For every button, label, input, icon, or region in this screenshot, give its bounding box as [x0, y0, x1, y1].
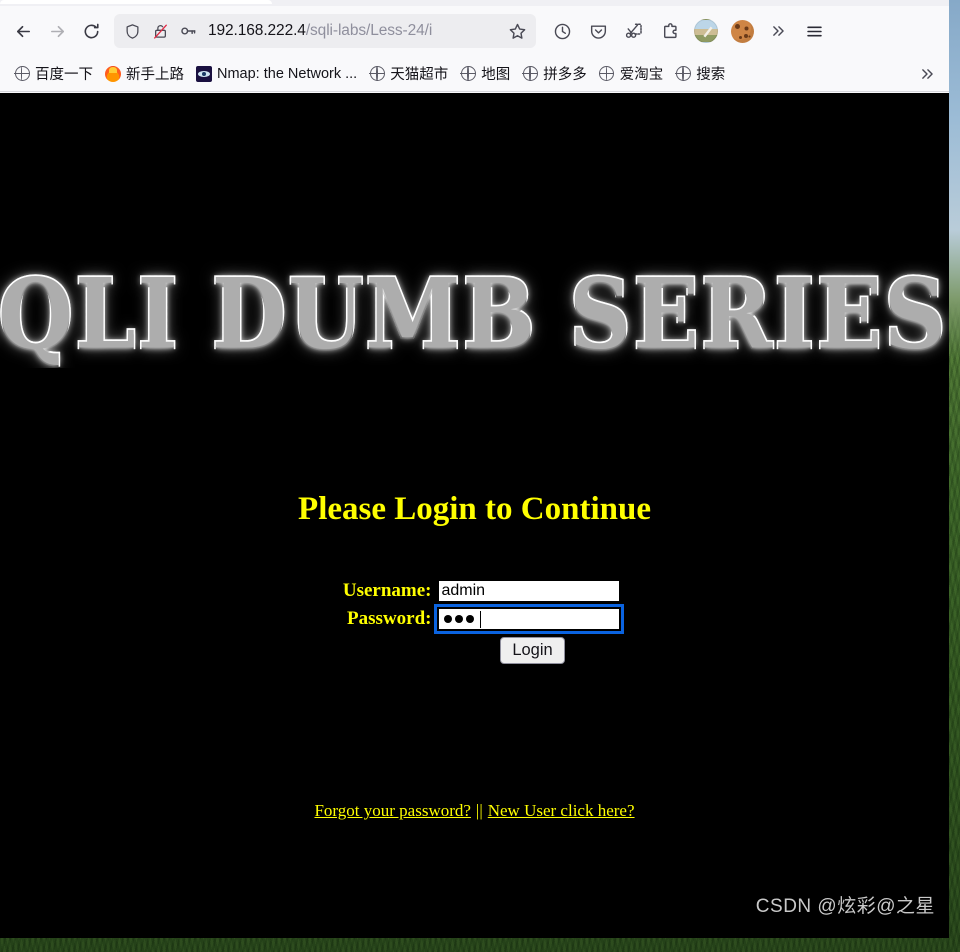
bookmark-item[interactable]: 百度一下 [8, 60, 99, 87]
back-button[interactable] [6, 14, 40, 48]
bookmark-item[interactable]: 新手上路 [99, 60, 190, 87]
globe-icon [675, 65, 691, 82]
forward-button[interactable] [40, 14, 74, 48]
navigation-toolbar: 192.168.222.4/sqli-labs/Less-24/i [0, 6, 949, 56]
login-form: Username: Password: Login [0, 579, 949, 664]
extensions-icon[interactable] [652, 13, 688, 49]
submit-row: Login [0, 637, 949, 664]
chevron-double-right-icon[interactable] [760, 13, 796, 49]
bookmark-item[interactable]: 拼多多 [516, 60, 593, 87]
url-bar[interactable]: 192.168.222.4/sqli-labs/Less-24/i [114, 14, 536, 48]
bookmark-label: Nmap: the Network ... [217, 65, 358, 82]
username-label: Username: [342, 580, 432, 601]
bookmark-label: 地图 [481, 67, 511, 83]
shield-icon[interactable] [118, 17, 146, 45]
sqli-banner: SQLI DUMB SERIES- [0, 260, 949, 368]
screenshot-icon[interactable] [616, 13, 652, 49]
bookmark-label: 爱淘宝 [619, 67, 664, 83]
page-title: Please Login to Continue [298, 491, 651, 527]
reload-button[interactable] [74, 14, 108, 48]
footer-links: Forgot your password? || New User click he… [0, 801, 949, 821]
toolbar-right-group [544, 13, 832, 49]
url-path: /sqli-labs/Less-24/i [305, 22, 433, 39]
banner-text: SQLI DUMB SERIES- [0, 260, 949, 368]
globe-icon [14, 65, 30, 82]
browser-window: 192.168.222.4/sqli-labs/Less-24/i 百度一下 新… [0, 0, 949, 938]
bookmark-item[interactable]: 爱淘宝 [593, 60, 670, 87]
bookmark-label: 拼多多 [543, 67, 587, 83]
new-user-link[interactable]: New User click here? [488, 801, 635, 820]
login-button[interactable]: Login [500, 637, 565, 664]
username-row: Username: [0, 579, 949, 603]
nmap-icon [196, 65, 212, 82]
cookie-icon[interactable] [724, 13, 760, 49]
globe-icon [598, 65, 615, 82]
bookmarks-toolbar: 百度一下 新手上路 Nmap: the Network ... 天猫超市 地图 … [0, 56, 949, 92]
globe-icon [369, 65, 385, 82]
text-caret [479, 610, 481, 628]
bookmarks-overflow-icon[interactable] [913, 60, 941, 88]
bookmark-item[interactable]: 天猫超市 [363, 60, 454, 87]
history-icon[interactable] [544, 13, 580, 49]
password-input[interactable] [436, 607, 621, 631]
forgot-password-link[interactable]: Forgot your password? [314, 801, 470, 820]
password-masked-value [442, 609, 616, 629]
page-content: SQLI DUMB SERIES- Please Login to Contin… [0, 93, 949, 938]
lock-broken-icon[interactable] [146, 17, 174, 45]
link-separator: || [475, 801, 483, 820]
bookmark-item[interactable]: 搜索 [669, 60, 731, 87]
globe-icon [522, 65, 538, 82]
username-input[interactable] [436, 579, 621, 603]
pocket-icon[interactable] [580, 13, 616, 49]
firefox-icon [105, 65, 121, 82]
csdn-watermark: CSDN @炫彩@之星 [755, 896, 935, 917]
active-tab[interactable] [0, 0, 272, 4]
bookmark-label: 百度一下 [35, 67, 93, 83]
bookmark-star-icon[interactable] [502, 16, 532, 46]
bookmark-label: 搜索 [696, 67, 726, 83]
app-menu-icon[interactable] [796, 13, 832, 49]
url-host: 192.168.222.4 [208, 22, 306, 39]
url-text[interactable]: 192.168.222.4/sqli-labs/Less-24/i [202, 22, 502, 40]
bookmark-label: 新手上路 [126, 67, 184, 83]
globe-icon [460, 65, 476, 82]
password-label: Password: [347, 608, 432, 629]
bookmark-label: 天猫超市 [390, 67, 449, 83]
bookmark-item[interactable]: Nmap: the Network ... [190, 63, 363, 85]
account-avatar[interactable] [688, 13, 724, 49]
password-row: Password: [0, 607, 949, 631]
bookmark-item[interactable]: 地图 [454, 60, 516, 87]
key-icon[interactable] [174, 17, 202, 45]
